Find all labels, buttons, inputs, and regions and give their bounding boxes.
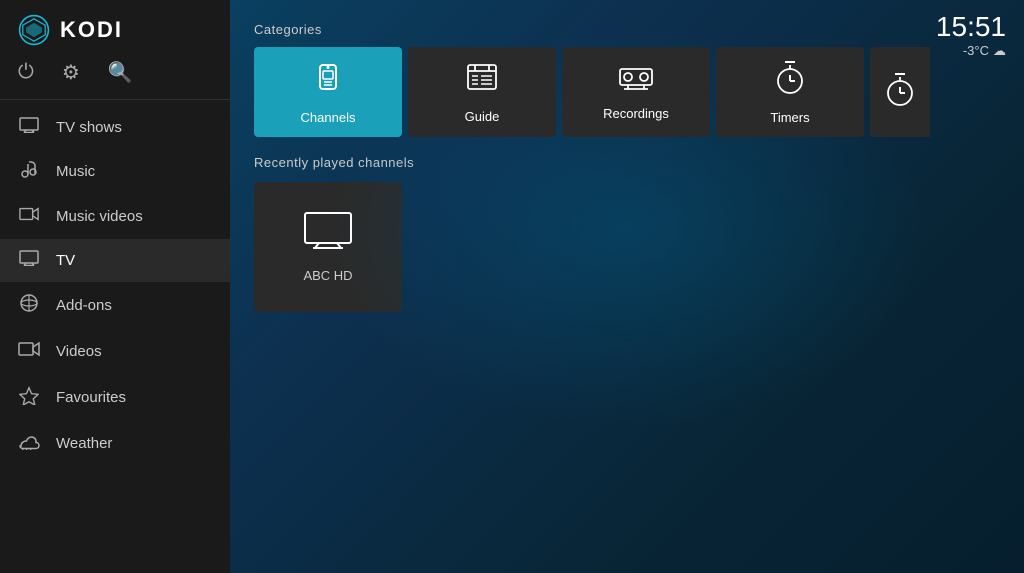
temperature-display: -3°C — [963, 43, 989, 58]
app-title: KODI — [60, 17, 123, 43]
search-icon[interactable]: 🔍 — [108, 60, 133, 85]
guide-icon — [465, 60, 499, 101]
music-icon — [18, 160, 40, 183]
weather-status: -3°C ☁ — [936, 43, 1006, 59]
recordings-icon — [618, 63, 654, 98]
sidebar-item-favourites[interactable]: Favourites — [0, 374, 230, 421]
clock-time: 15:51 — [936, 12, 1006, 43]
channels-icon — [310, 59, 346, 102]
abc-hd-icon — [303, 211, 353, 258]
channels-label: Channels — [301, 110, 356, 125]
power-icon[interactable]: ⏻ — [18, 61, 34, 84]
sidebar-item-weather-label: Weather — [56, 435, 112, 452]
category-tile-recordings[interactable]: Recordings — [562, 47, 710, 137]
categories-label: Categories — [254, 22, 1000, 37]
tv-shows-icon — [18, 117, 40, 138]
timers-label: Timers — [770, 110, 809, 125]
sidebar-item-tv[interactable]: TV — [0, 239, 230, 282]
weather-cloud-icon: ☁ — [993, 43, 1006, 59]
category-tile-timers[interactable]: Timers — [716, 47, 864, 137]
sidebar-item-tv-label: TV — [56, 252, 75, 269]
music-videos-icon — [18, 205, 40, 228]
category-tile-guide[interactable]: Guide — [408, 47, 556, 137]
recordings-label: Recordings — [603, 106, 669, 121]
sidebar-item-weather[interactable]: Weather — [0, 421, 230, 466]
settings-icon[interactable]: ⚙ — [62, 60, 80, 85]
channel-tile-abc-hd[interactable]: ABC HD — [254, 182, 402, 312]
sidebar-divider — [0, 99, 230, 100]
category-tile-timers2[interactable] — [870, 47, 930, 137]
sidebar-item-favourites-label: Favourites — [56, 389, 126, 406]
clock-area: 15:51 -3°C ☁ — [936, 12, 1006, 59]
sidebar: KODI ⏻ ⚙ 🔍 TV shows Music — [0, 0, 230, 573]
add-ons-icon — [18, 293, 40, 318]
tv-icon — [18, 250, 40, 271]
kodi-logo-icon — [18, 14, 50, 46]
sidebar-item-music-videos[interactable]: Music videos — [0, 194, 230, 239]
category-tile-channels[interactable]: Channels — [254, 47, 402, 137]
weather-icon — [18, 432, 40, 455]
sidebar-item-tv-shows-label: TV shows — [56, 119, 122, 136]
timers2-icon — [884, 71, 916, 114]
timers-icon — [774, 59, 806, 102]
videos-icon — [18, 340, 40, 363]
recently-label: Recently played channels — [254, 155, 1000, 170]
guide-label: Guide — [465, 109, 500, 124]
sidebar-item-tv-shows[interactable]: TV shows — [0, 106, 230, 149]
favourites-icon — [18, 385, 40, 410]
sidebar-item-add-ons[interactable]: Add-ons — [0, 282, 230, 329]
sidebar-item-add-ons-label: Add-ons — [56, 297, 112, 314]
recently-row: ABC HD — [254, 182, 1000, 312]
sidebar-toolbar: ⏻ ⚙ 🔍 — [0, 56, 230, 99]
categories-row: Channels Guide — [254, 47, 1000, 137]
sidebar-item-music[interactable]: Music — [0, 149, 230, 194]
sidebar-item-music-videos-label: Music videos — [56, 208, 143, 225]
sidebar-item-videos[interactable]: Videos — [0, 329, 230, 374]
abc-hd-label: ABC HD — [303, 268, 352, 283]
sidebar-item-music-label: Music — [56, 163, 95, 180]
main-content: 15:51 -3°C ☁ Categories Channels — [230, 0, 1024, 573]
sidebar-header: KODI — [0, 0, 230, 56]
sidebar-item-videos-label: Videos — [56, 343, 102, 360]
